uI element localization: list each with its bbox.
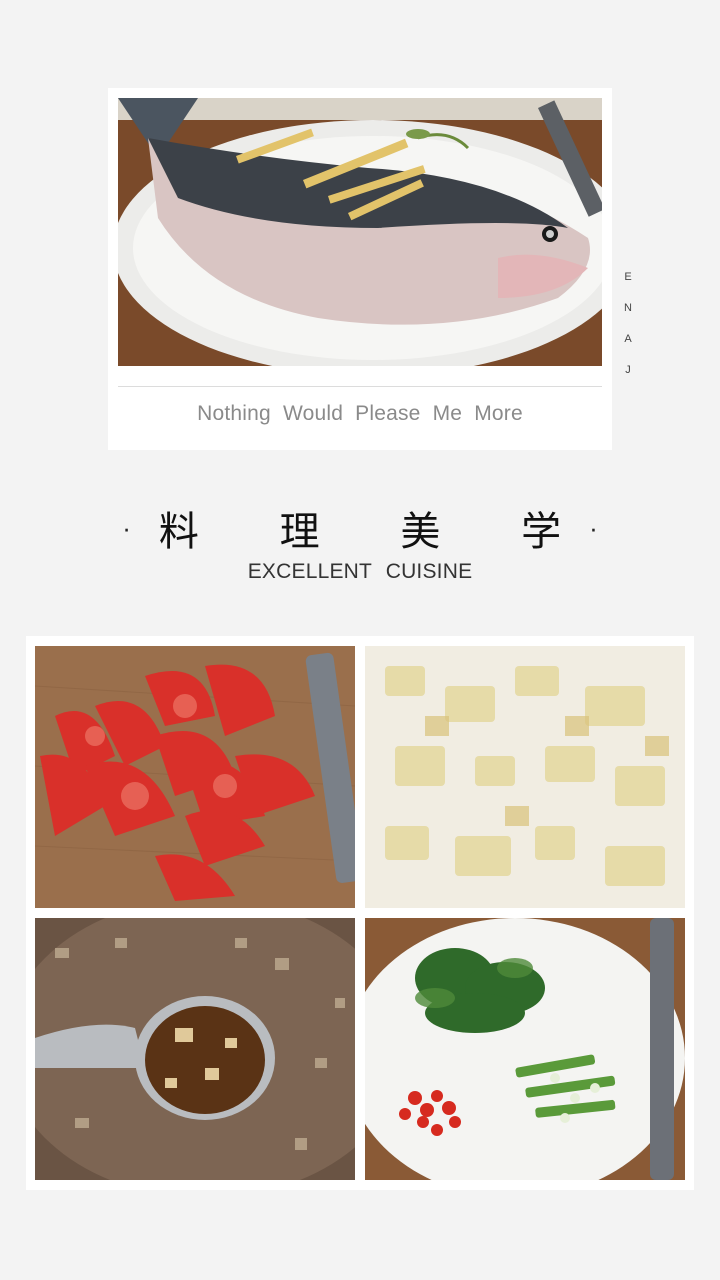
chinese-title: 料 理 美 学: [158, 509, 596, 555]
title-row: · 料 理 美 学 ·: [0, 500, 720, 556]
side-label-letter: J: [625, 364, 631, 376]
hero-caption: Nothing Would Please Me More: [197, 402, 523, 425]
steamed-fish-photo: [118, 98, 602, 366]
tomato-wedges-photo: [35, 646, 355, 908]
side-label-letter: E: [624, 271, 632, 283]
chopped-herbs-plate-photo: [365, 918, 685, 1180]
bullet-dot-left: ·: [122, 512, 131, 543]
side-label-letter: N: [624, 302, 632, 314]
sauce-spoon-photo: [35, 918, 355, 1180]
hero-card: Nothing Would Please Me More: [108, 88, 612, 450]
side-label-letter: A: [624, 333, 632, 345]
bullet-dot-right: ·: [589, 512, 598, 543]
side-label: E N A J: [620, 262, 636, 386]
photo-grid: [26, 636, 694, 1190]
minced-ginger-photo: [365, 646, 685, 908]
english-subtitle: EXCELLENT CUISINE: [247, 560, 473, 583]
caption-divider: [118, 386, 602, 387]
